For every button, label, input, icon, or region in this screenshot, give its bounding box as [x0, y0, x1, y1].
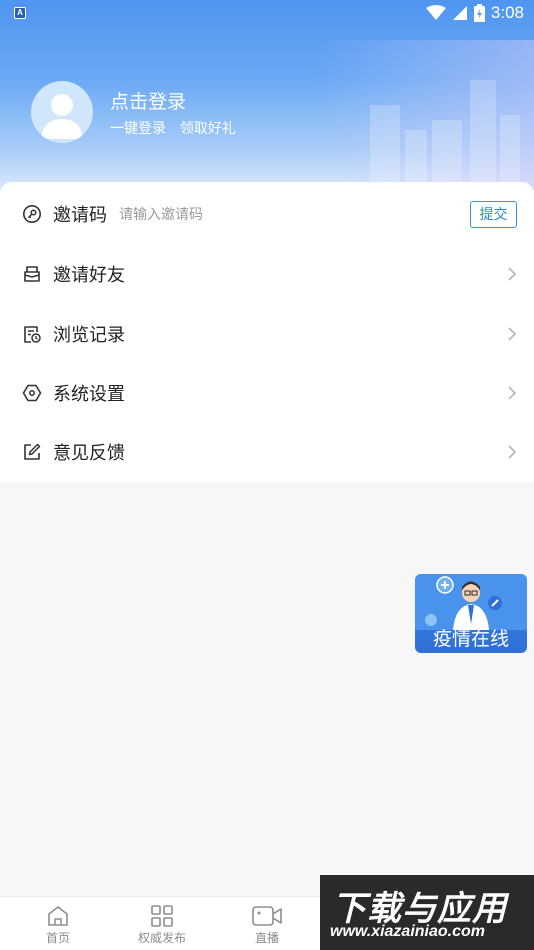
chevron-right-icon — [508, 386, 517, 400]
nav-live[interactable]: 直播 — [217, 897, 317, 950]
nav-home[interactable]: 首页 — [8, 897, 108, 950]
menu-item-history[interactable]: 浏览记录 — [0, 304, 534, 364]
epidemic-online-label: 疫情在线 — [432, 629, 509, 650]
menu-item-invite-friends[interactable]: 邀请好友 — [0, 244, 534, 304]
watermark-url: www.xiazainiao.com — [330, 923, 486, 940]
login-subtitle[interactable]: 一键登录 领取好礼 — [110, 118, 236, 138]
history-icon — [24, 326, 41, 343]
app-notification-icon: A — [14, 7, 26, 19]
doctor-illustration-icon — [415, 574, 527, 630]
status-time: 3:08 — [490, 3, 524, 22]
chevron-right-icon — [508, 267, 517, 281]
video-camera-icon — [252, 906, 282, 926]
menu-card: 邀请码 提交 邀请好友 浏览记录 系统设置 — [0, 182, 534, 482]
wifi-icon — [425, 5, 446, 20]
menu-item-label: 意见反馈 — [53, 443, 125, 463]
invite-code-input[interactable] — [119, 203, 419, 225]
user-silhouette-icon — [41, 94, 83, 139]
menu-item-settings[interactable]: 系统设置 — [0, 363, 534, 423]
status-bar: A 3:08 — [0, 0, 534, 28]
menu-item-label: 浏览记录 — [53, 325, 125, 345]
menu-item-label: 系统设置 — [53, 384, 125, 404]
claim-gift-text: 领取好礼 — [179, 120, 236, 136]
home-icon — [48, 906, 68, 926]
one-click-login-text: 一键登录 — [110, 120, 166, 136]
nav-label: 直播 — [254, 931, 279, 945]
settings-hexagon-icon — [22, 384, 42, 402]
menu-item-label: 邀请好友 — [53, 265, 125, 285]
avatar[interactable] — [31, 81, 93, 143]
watermark: 下载与应用 www.xiazainiao.com — [320, 875, 534, 950]
key-icon — [23, 205, 41, 223]
edit-icon — [24, 443, 41, 460]
grid-icon — [151, 905, 173, 927]
submit-button[interactable]: 提交 — [470, 200, 517, 228]
invite-code-label: 邀请码 — [53, 205, 107, 225]
status-indicators: 3:08 — [425, 3, 524, 23]
chevron-right-icon — [508, 327, 517, 341]
nav-label: 权威发布 — [137, 931, 186, 945]
battery-icon — [473, 4, 485, 22]
invite-code-row: 邀请码 提交 — [0, 184, 534, 244]
menu-item-feedback[interactable]: 意见反馈 — [0, 422, 534, 482]
envelope-icon — [24, 266, 40, 282]
nav-label: 首页 — [45, 931, 70, 945]
epidemic-online-card[interactable]: 疫情在线 — [415, 574, 527, 653]
login-title[interactable]: 点击登录 — [110, 87, 186, 114]
nav-official-release[interactable]: 权威发布 — [112, 897, 212, 950]
signal-icon — [452, 6, 467, 20]
chevron-right-icon — [508, 445, 517, 459]
